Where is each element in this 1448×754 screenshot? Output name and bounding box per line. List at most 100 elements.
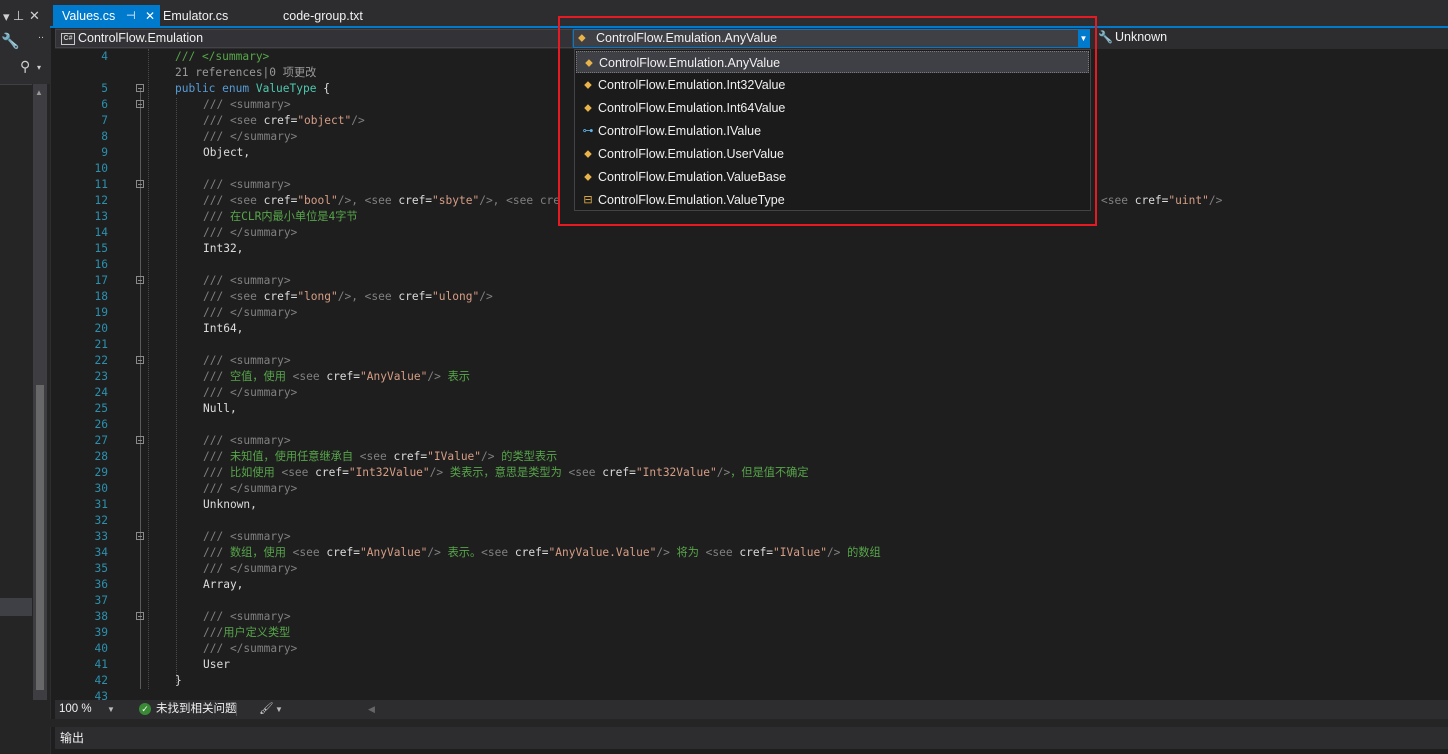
csharp-file-icon: C#	[61, 33, 75, 45]
collapse-icon[interactable]	[136, 84, 144, 92]
search-icon[interactable]: ⚲	[20, 59, 30, 73]
line-number: 26	[94, 418, 108, 431]
collapse-icon[interactable]	[136, 100, 144, 108]
code-token: /// <summary>	[203, 530, 291, 543]
code-text: Int32,	[203, 241, 243, 257]
code-token: User	[203, 658, 230, 671]
code-token: enum	[222, 82, 256, 95]
code-token: 类表示，意思是类型为	[449, 466, 569, 479]
code-token: ValueType	[255, 82, 317, 95]
left-panel-scroll-thumb[interactable]	[36, 385, 44, 690]
more-icon[interactable]: ‥	[38, 28, 44, 42]
line-number: 39	[94, 626, 108, 639]
code-text: Array,	[203, 577, 243, 593]
member-combo[interactable]: 🔧 Unknown	[1095, 29, 1448, 48]
code-text: /// </summary>	[203, 481, 297, 497]
code-token: public	[175, 82, 223, 95]
code-token: /// <summary>	[203, 354, 291, 367]
code-text: /// 比如使用 <see cref="Int32Value"/> 类表示，意思…	[203, 465, 809, 481]
code-token: <see	[281, 466, 316, 479]
collapse-icon[interactable]	[136, 276, 144, 284]
project-combo[interactable]: C# ControlFlow.Emulation ▾	[55, 29, 586, 48]
line-number: 16	[94, 258, 108, 271]
code-text: /// <see cref="object"/>	[203, 113, 365, 129]
zoom-level[interactable]: 100 %	[59, 700, 92, 719]
code-token: cref=	[514, 546, 549, 559]
brush-icon[interactable]: 🖌	[259, 700, 274, 719]
code-token: "object"	[297, 114, 352, 127]
code-text: /// </summary>	[203, 385, 297, 401]
code-token: "AnyValue.Value"	[548, 546, 657, 559]
problems-status[interactable]: 未找到相关问题	[156, 700, 237, 719]
collapse-icon[interactable]	[136, 532, 144, 540]
code-token: ///	[203, 210, 230, 223]
code-token: cref=	[1134, 194, 1169, 207]
code-text: Null,	[203, 401, 237, 417]
chevron-down-icon[interactable]: ▼	[107, 700, 115, 719]
pin-icon[interactable]: ⊣	[126, 5, 136, 28]
code-token: cref=	[263, 114, 298, 127]
code-token: /// </summary>	[203, 482, 298, 495]
code-token: /// <summary>	[203, 274, 291, 287]
code-token: /// <see	[203, 194, 264, 207]
code-token: cref=	[326, 546, 361, 559]
line-number: 7	[101, 114, 108, 127]
indent-guide	[176, 98, 177, 683]
scroll-left-icon[interactable]: ◀	[368, 700, 375, 719]
code-token: 空值，使用	[229, 370, 293, 383]
pin-icon[interactable]: ⊥	[13, 9, 24, 23]
code-token: /// <see	[203, 290, 264, 303]
fold-margin-line	[140, 89, 141, 689]
code-token: "long"	[297, 290, 338, 303]
code-token: cref=	[393, 450, 428, 463]
line-number: 21	[94, 338, 108, 351]
panel-splitter[interactable]	[0, 719, 1448, 727]
dropdown-arrow-icon[interactable]: ▾	[3, 10, 10, 24]
line-number: 18	[94, 290, 108, 303]
code-token: /// </summary>	[203, 130, 298, 143]
line-number: 38	[94, 610, 108, 623]
indent-guide	[148, 49, 149, 689]
collapse-icon[interactable]	[136, 356, 144, 364]
close-icon[interactable]: ✕	[29, 9, 40, 23]
code-text: /// </summary>	[175, 49, 269, 65]
collapse-icon[interactable]	[136, 612, 144, 620]
line-number: 17	[94, 274, 108, 287]
code-token: cref=	[326, 370, 361, 383]
output-panel-title[interactable]: 输出	[60, 727, 84, 749]
code-token: />	[1208, 194, 1223, 207]
code-token: ///	[203, 626, 224, 639]
code-token: />	[427, 546, 448, 559]
code-token: "AnyValue"	[360, 370, 428, 383]
scroll-up-icon[interactable]: ▲	[35, 86, 43, 100]
line-number: 35	[94, 562, 108, 575]
collapse-icon[interactable]	[136, 436, 144, 444]
code-text: /// </summary>	[203, 561, 297, 577]
collapse-icon[interactable]	[136, 180, 144, 188]
code-text: Object,	[203, 145, 250, 161]
tab-emulator-cs[interactable]: Emulator.cs	[154, 5, 264, 28]
code-token: /// <summary>	[203, 98, 291, 111]
line-number: 19	[94, 306, 108, 319]
code-token: "IValue"	[427, 450, 482, 463]
search-dropdown-icon[interactable]: ▾	[37, 61, 41, 75]
line-number: 29	[94, 466, 108, 479]
code-token: />	[481, 450, 502, 463]
code-token: }	[175, 674, 182, 687]
code-token: ///	[203, 546, 230, 559]
tab-code-group-txt[interactable]: code-group.txt	[274, 5, 384, 28]
wrench-icon[interactable]: 🔧	[1, 34, 20, 49]
code-token: 的数组	[847, 546, 881, 559]
chevron-down-icon[interactable]: ▼	[275, 700, 283, 719]
code-text: /// 未知值，使用任意继承自 <see cref="IValue"/> 的类型…	[203, 449, 557, 465]
line-number: 24	[94, 386, 108, 399]
tab-values-cs[interactable]: Values.cs ⊣ ✕	[53, 5, 160, 28]
line-number: 41	[94, 658, 108, 671]
code-token: /// <summary>	[203, 434, 291, 447]
line-number: 36	[94, 578, 108, 591]
line-number: 30	[94, 482, 108, 495]
code-token: "AnyValue"	[360, 546, 428, 559]
left-panel-selected-row[interactable]	[0, 598, 32, 616]
line-number: 12	[94, 194, 108, 207]
code-text: /// </summary>	[203, 305, 297, 321]
